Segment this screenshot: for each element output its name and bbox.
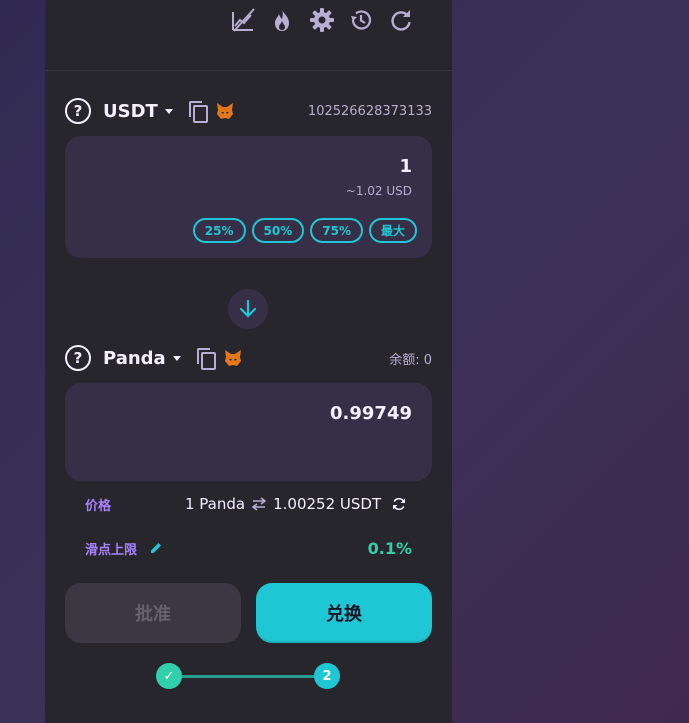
percent-75-button[interactable]: 75% <box>310 218 363 243</box>
swap-panel: ? USDT 102526628373133 1 ~1.02 USD 25% 5… <box>45 0 452 723</box>
to-amount-card: 0.99749 <box>65 383 432 481</box>
from-usd-value: ~1.02 USD <box>345 184 412 198</box>
from-amount-card: 1 ~1.02 USD 25% 50% 75% 最大 <box>65 136 432 258</box>
slippage-value: 0.1% <box>367 538 412 558</box>
toolbar <box>45 0 452 71</box>
to-balance: 余额: 0 <box>389 352 432 368</box>
to-amount-input[interactable]: 0.99749 <box>330 403 412 424</box>
copy-icon[interactable] <box>188 101 208 123</box>
from-balance: 102526628373133 <box>307 103 432 119</box>
metamask-fox-icon[interactable] <box>215 101 235 121</box>
refresh-icon[interactable] <box>387 6 415 34</box>
swap-button[interactable]: 兑换 <box>256 583 432 643</box>
approve-button[interactable]: 批准 <box>65 583 241 643</box>
from-amount-input[interactable]: 1 <box>399 156 412 177</box>
refresh-price-icon[interactable] <box>391 496 407 512</box>
help-icon[interactable]: ? <box>65 98 91 124</box>
price-right: 1.00252 USDT <box>273 495 382 513</box>
percent-25-button[interactable]: 25% <box>192 218 246 243</box>
history-icon[interactable] <box>347 6 375 34</box>
step-connector <box>169 675 329 678</box>
percent-50-button[interactable]: 50% <box>251 218 305 243</box>
price-left: 1 Panda <box>185 495 246 513</box>
slippage-row: 滑点上限 0.1% <box>85 536 412 560</box>
slippage-label: 滑点上限 <box>85 542 138 558</box>
step-1-complete: ✓ <box>156 663 182 689</box>
chevron-down-icon[interactable] <box>172 355 181 361</box>
from-token-symbol[interactable]: USDT <box>103 101 158 122</box>
price-row: 价格 1 Panda 1.00252 USDT <box>85 492 412 516</box>
to-token-symbol[interactable]: Panda <box>103 348 166 369</box>
from-token-row: ? USDT 102526628373133 <box>65 96 432 126</box>
gear-icon[interactable] <box>308 6 336 34</box>
to-token-row: ? Panda 余额: 0 <box>65 343 432 373</box>
max-button[interactable]: 最大 <box>368 218 417 243</box>
edit-icon[interactable] <box>149 541 163 555</box>
fire-icon[interactable] <box>268 6 296 34</box>
chart-disabled-icon[interactable] <box>229 6 257 34</box>
metamask-fox-icon[interactable] <box>223 348 243 368</box>
copy-icon[interactable] <box>196 348 216 370</box>
swap-arrows-icon[interactable] <box>251 497 267 511</box>
help-icon[interactable]: ? <box>65 345 91 371</box>
switch-direction-button[interactable] <box>228 289 268 329</box>
percent-buttons: 25% 50% 75% 最大 <box>192 218 417 243</box>
chevron-down-icon[interactable] <box>164 108 173 114</box>
price-value: 1 Panda 1.00252 USDT <box>185 495 381 513</box>
step-indicator: ✓ 2 <box>156 663 340 689</box>
arrow-down-icon <box>239 299 257 318</box>
step-2: 2 <box>314 663 340 689</box>
price-label: 价格 <box>85 498 112 514</box>
